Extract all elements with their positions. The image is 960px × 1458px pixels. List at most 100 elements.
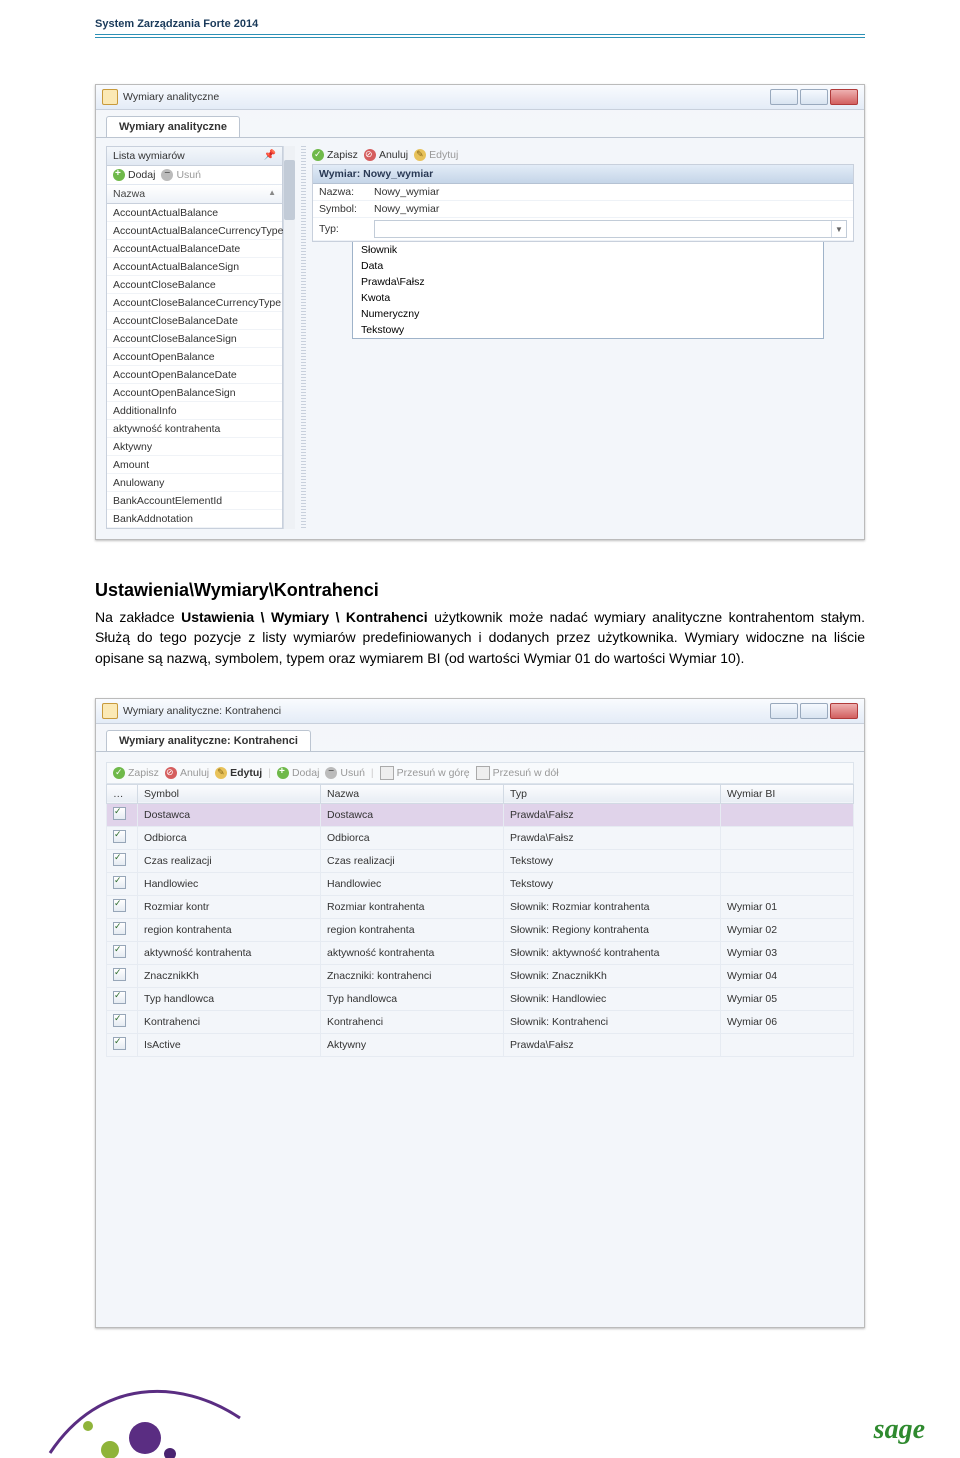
cancel-icon	[165, 767, 177, 779]
arrow-down-icon	[476, 766, 490, 780]
list-item[interactable]: AccountCloseBalanceSign	[107, 330, 282, 348]
cell-bi	[721, 803, 854, 826]
save-button[interactable]: Zapisz	[312, 149, 358, 161]
list-item[interactable]: AccountOpenBalance	[107, 348, 282, 366]
list-item[interactable]: AccountCloseBalance	[107, 276, 282, 294]
move-up-button[interactable]: Przesuń w górę	[380, 766, 470, 780]
list-item[interactable]: Amount	[107, 456, 282, 474]
dropdown-option[interactable]: Data	[353, 258, 823, 274]
edit-button[interactable]: Edytuj	[215, 767, 262, 779]
checkbox[interactable]	[113, 830, 126, 843]
checkbox[interactable]	[113, 899, 126, 912]
list-item[interactable]: aktywność kontrahenta	[107, 420, 282, 438]
col-typ[interactable]: Typ	[504, 784, 721, 803]
checkbox[interactable]	[113, 853, 126, 866]
dropdown-option[interactable]: Prawda\Fałsz	[353, 274, 823, 290]
sort-icon[interactable]: ▲	[268, 188, 276, 200]
screenshot-wymiary-kontrahenci: Wymiary analityczne: Kontrahenci Wymiary…	[95, 698, 865, 1328]
move-down-button[interactable]: Przesuń w dół	[476, 766, 559, 780]
cell-bi: Wymiar 03	[721, 941, 854, 964]
remove-button[interactable]: Usuń	[325, 767, 365, 779]
type-dropdown-list[interactable]: SłownikDataPrawda\FałszKwotaNumerycznyTe…	[352, 242, 824, 339]
close-button[interactable]	[830, 89, 858, 105]
checkbox[interactable]	[113, 1014, 126, 1027]
checkbox[interactable]	[113, 1037, 126, 1050]
add-button[interactable]: Dodaj	[113, 169, 155, 181]
label-nazwa: Nazwa:	[319, 186, 374, 198]
plus-icon	[113, 169, 125, 181]
col-nazwa[interactable]: Nazwa	[321, 784, 504, 803]
table-row[interactable]: ZnacznikKhZnaczniki: kontrahenciSłownik:…	[107, 964, 854, 987]
table-row[interactable]: DostawcaDostawcaPrawda\Fałsz	[107, 803, 854, 826]
cell-bi	[721, 1033, 854, 1056]
list-item[interactable]: AccountActualBalanceCurrencyType	[107, 222, 282, 240]
table-row[interactable]: KontrahenciKontrahenciSłownik: Kontrahen…	[107, 1010, 854, 1033]
grid-empty-area	[106, 1057, 854, 1317]
splitter[interactable]	[301, 146, 306, 529]
col-nazwa[interactable]: Nazwa	[113, 188, 145, 200]
app-icon	[102, 703, 118, 719]
minimize-button[interactable]	[770, 703, 798, 719]
col-checkbox[interactable]: …	[107, 784, 138, 803]
col-wymiar-bi[interactable]: Wymiar BI	[721, 784, 854, 803]
dropdown-option[interactable]: Słownik	[353, 242, 823, 258]
type-dropdown[interactable]: ▼	[374, 220, 847, 238]
dropdown-option[interactable]: Kwota	[353, 290, 823, 306]
tab-kontrahenci[interactable]: Wymiary analityczne: Kontrahenci	[106, 730, 311, 751]
cancel-button[interactable]: Anuluj	[165, 767, 209, 779]
pin-icon[interactable]: 📌	[264, 150, 276, 162]
close-button[interactable]	[830, 703, 858, 719]
list-item[interactable]: Anulowany	[107, 474, 282, 492]
window-titlebar: Wymiary analityczne	[96, 85, 864, 110]
list-item[interactable]: AccountOpenBalanceSign	[107, 384, 282, 402]
list-item[interactable]: AccountActualBalanceDate	[107, 240, 282, 258]
header-rule	[95, 34, 865, 38]
cell-symbol: Czas realizacji	[138, 849, 321, 872]
checkbox[interactable]	[113, 922, 126, 935]
list-item[interactable]: BankAccountElementId	[107, 492, 282, 510]
table-row[interactable]: aktywność kontrahentaaktywność kontrahen…	[107, 941, 854, 964]
table-row[interactable]: HandlowiecHandlowiecTekstowy	[107, 872, 854, 895]
scroll-thumb[interactable]	[284, 160, 295, 220]
cell-bi: Wymiar 05	[721, 987, 854, 1010]
cell-symbol: Odbiorca	[138, 826, 321, 849]
add-button[interactable]: Dodaj	[277, 767, 319, 779]
cancel-button[interactable]: Anuluj	[364, 149, 408, 161]
cell-nazwa: Rozmiar kontrahenta	[321, 895, 504, 918]
col-symbol[interactable]: Symbol	[138, 784, 321, 803]
list-item[interactable]: AccountCloseBalanceDate	[107, 312, 282, 330]
list-item[interactable]: AccountActualBalanceSign	[107, 258, 282, 276]
tab-wymiary[interactable]: Wymiary analityczne	[106, 116, 240, 137]
list-item[interactable]: AdditionalInfo	[107, 402, 282, 420]
dropdown-option[interactable]: Tekstowy	[353, 322, 823, 338]
pencil-icon	[414, 149, 426, 161]
list-item[interactable]: AccountCloseBalanceCurrencyType	[107, 294, 282, 312]
edit-button[interactable]: Edytuj	[414, 149, 458, 161]
list-item[interactable]: Aktywny	[107, 438, 282, 456]
table-row[interactable]: Typ handlowcaTyp handlowcaSłownik: Handl…	[107, 987, 854, 1010]
page-header-text: System Zarządzania Forte 2014	[95, 18, 865, 30]
scrollbar[interactable]	[283, 146, 295, 529]
table-row[interactable]: Rozmiar kontrRozmiar kontrahentaSłownik:…	[107, 895, 854, 918]
checkbox[interactable]	[113, 807, 126, 820]
minimize-button[interactable]	[770, 89, 798, 105]
cell-bi	[721, 826, 854, 849]
maximize-button[interactable]	[800, 89, 828, 105]
remove-button[interactable]: Usuń	[161, 169, 201, 181]
checkbox[interactable]	[113, 968, 126, 981]
table-row[interactable]: Czas realizacjiCzas realizacjiTekstowy	[107, 849, 854, 872]
list-item[interactable]: AccountActualBalance	[107, 204, 282, 222]
dropdown-option[interactable]: Numeryczny	[353, 306, 823, 322]
save-button[interactable]: Zapisz	[113, 767, 159, 779]
checkbox[interactable]	[113, 876, 126, 889]
checkbox[interactable]	[113, 945, 126, 958]
list-item[interactable]: AccountOpenBalanceDate	[107, 366, 282, 384]
checkbox[interactable]	[113, 991, 126, 1004]
table-row[interactable]: OdbiorcaOdbiorcaPrawda\Fałsz	[107, 826, 854, 849]
value-symbol: Nowy_wymiar	[374, 203, 439, 215]
list-item[interactable]: BankAddnotation	[107, 510, 282, 528]
table-row[interactable]: region kontrahentaregion kontrahentaSłow…	[107, 918, 854, 941]
cell-nazwa: Aktywny	[321, 1033, 504, 1056]
table-row[interactable]: IsActiveAktywnyPrawda\Fałsz	[107, 1033, 854, 1056]
maximize-button[interactable]	[800, 703, 828, 719]
